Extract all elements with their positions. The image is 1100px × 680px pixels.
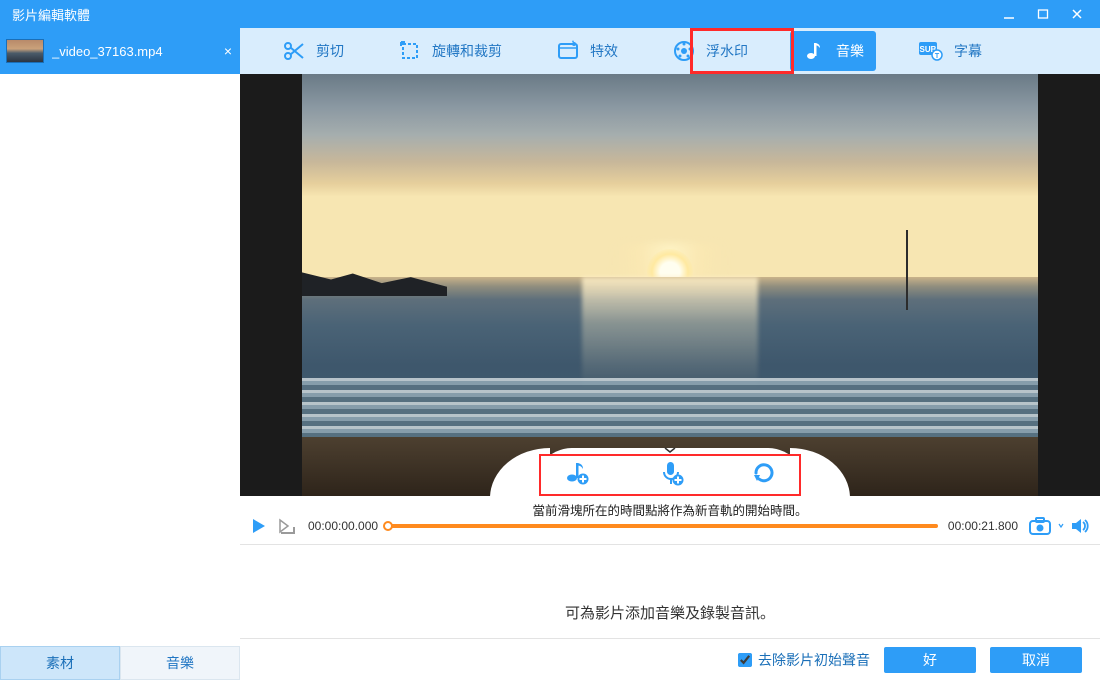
tool-cut[interactable]: 剪切 (270, 31, 356, 71)
subtitle-icon: SUB T (918, 41, 944, 61)
volume-button[interactable] (1070, 517, 1090, 535)
timeline-hint: 當前滑塊所在的時間點將作為新音軌的開始時間。 (532, 500, 807, 519)
music-add-icon (563, 459, 591, 487)
crop-icon (398, 39, 422, 63)
snapshot-button[interactable] (1028, 516, 1052, 536)
tool-rotate-crop[interactable]: 旋轉和裁剪 (386, 31, 514, 71)
refresh-icon (751, 460, 777, 486)
tool-subtitle[interactable]: SUB T 字幕 (906, 31, 994, 71)
toolbar: _video_37163.mp4 × 剪切 旋轉和裁剪 (0, 28, 1100, 74)
remove-audio-input[interactable] (738, 653, 752, 667)
music-action-bar (530, 448, 810, 496)
remove-original-audio-checkbox[interactable]: 去除影片初始聲音 (738, 650, 870, 670)
mic-add-icon (657, 459, 685, 487)
title-bar: 影片編輯軟體 (0, 0, 1100, 28)
effect-icon (556, 39, 580, 63)
chevron-down-icon[interactable] (1058, 519, 1064, 533)
file-thumbnail (6, 39, 44, 63)
step-button[interactable] (278, 517, 298, 535)
watermark-icon (672, 39, 696, 63)
svg-text:T: T (935, 53, 940, 60)
tab-music[interactable]: 音樂 (120, 646, 240, 680)
clip-list (0, 74, 240, 646)
add-music-button[interactable] (563, 459, 591, 487)
timeline-playhead[interactable] (383, 521, 393, 531)
scissors-icon (282, 39, 306, 63)
cancel-button[interactable]: 取消 (990, 647, 1082, 673)
file-tab[interactable]: _video_37163.mp4 × (0, 28, 240, 74)
timeline-track[interactable] (388, 524, 938, 528)
minimize-button[interactable] (992, 4, 1026, 24)
tool-watermark[interactable]: 浮水印 (660, 31, 760, 71)
record-audio-button[interactable] (657, 459, 685, 487)
chevron-down-icon[interactable] (663, 446, 677, 454)
sidebar: 素材 音樂 (0, 74, 240, 680)
tool-music[interactable]: 音樂 (790, 31, 876, 71)
time-start: 00:00:00.000 (308, 519, 378, 533)
close-button[interactable] (1060, 4, 1094, 24)
main-panel: 當前滑塊所在的時間點將作為新音軌的開始時間。 00:00:00.000 00:0… (240, 74, 1100, 680)
time-end: 00:00:21.800 (948, 519, 1018, 533)
video-preview (240, 74, 1100, 496)
tool-effect[interactable]: 特效 (544, 31, 630, 71)
tab-material[interactable]: 素材 (0, 646, 120, 680)
maximize-button[interactable] (1026, 4, 1060, 24)
replace-audio-button[interactable] (751, 460, 777, 486)
speaker-icon (1070, 517, 1090, 535)
ok-button[interactable]: 好 (884, 647, 976, 673)
file-name: _video_37163.mp4 (52, 44, 216, 59)
footer: 去除影片初始聲音 好 取消 (240, 638, 1100, 680)
app-title: 影片編輯軟體 (12, 5, 90, 24)
file-close-icon[interactable]: × (224, 43, 232, 59)
play-button[interactable] (250, 517, 268, 535)
music-note-icon (802, 39, 826, 63)
camera-icon (1028, 516, 1052, 536)
